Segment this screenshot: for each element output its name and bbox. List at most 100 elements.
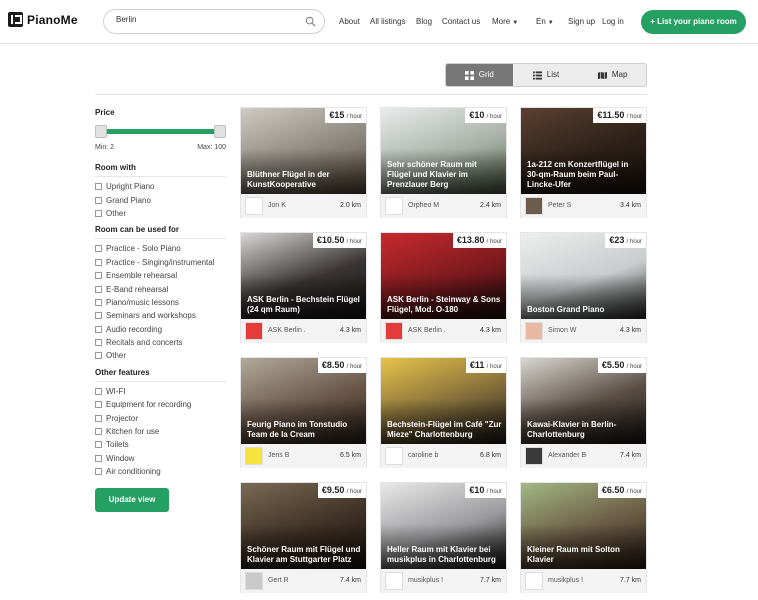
owner-avatar[interactable]	[245, 322, 263, 340]
feature-option[interactable]: Kitchen for use	[95, 425, 226, 438]
checkbox[interactable]	[95, 258, 102, 266]
listing-photo[interactable]: Boston Grand Piano €23 / hour	[521, 233, 646, 319]
listing-photo[interactable]: Schöner Raum mit Flügel und Klavier am S…	[241, 483, 366, 569]
checkbox[interactable]	[95, 325, 102, 333]
listing-card[interactable]: 1a-212 cm Konzertflügel in 30-qm-Raum be…	[520, 107, 647, 218]
owner-avatar[interactable]	[385, 197, 403, 215]
checkbox[interactable]	[95, 468, 102, 476]
listing-card[interactable]: Schöner Raum mit Flügel und Klavier am S…	[240, 482, 367, 593]
listing-title[interactable]: Kleiner Raum mit Solton Klavier	[527, 545, 642, 565]
logo[interactable]: PianoMe	[8, 12, 78, 27]
checkbox[interactable]	[95, 245, 102, 253]
owner-name[interactable]: ASK Berlin .	[408, 327, 446, 334]
owner-avatar[interactable]	[385, 447, 403, 465]
checkbox[interactable]	[95, 312, 102, 320]
used-for-option[interactable]: Practice - Singing/instrumental	[95, 256, 226, 269]
search-input[interactable]	[116, 15, 296, 24]
used-for-option[interactable]: Recitals and concerts	[95, 336, 226, 349]
room-with-option[interactable]: Other	[95, 207, 226, 220]
listing-card[interactable]: ASK Berlin - Bechstein Flügel (24 qm Rau…	[240, 232, 367, 343]
checkbox[interactable]	[95, 183, 102, 191]
checkbox[interactable]	[95, 454, 102, 462]
checkbox[interactable]	[95, 285, 102, 293]
owner-avatar[interactable]	[525, 197, 543, 215]
nav-contact[interactable]: Contact us	[442, 17, 480, 26]
owner-name[interactable]: musikplus !	[548, 577, 583, 584]
used-for-option[interactable]: Seminars and workshops	[95, 309, 226, 322]
owner-avatar[interactable]	[525, 572, 543, 590]
nav-login[interactable]: Log in	[602, 17, 624, 26]
owner-name[interactable]: Orpheo M	[408, 202, 439, 209]
listing-title[interactable]: ASK Berlin - Bechstein Flügel (24 qm Rau…	[247, 295, 362, 315]
owner-avatar[interactable]	[525, 447, 543, 465]
checkbox[interactable]	[95, 428, 102, 436]
listing-card[interactable]: Bechstein-Flügel im Café "Zur Mieze" Cha…	[380, 357, 507, 468]
room-with-option[interactable]: Upright Piano	[95, 180, 226, 193]
nav-all-listings[interactable]: All listings	[370, 17, 406, 26]
listing-title[interactable]: Heller Raum mit Klavier bei musikplus in…	[387, 545, 502, 565]
grid-view-button[interactable]: Grid	[446, 64, 513, 86]
listing-photo[interactable]: ASK Berlin - Steinway & Sons Flügel, Mod…	[381, 233, 506, 319]
listing-card[interactable]: Feurig Piano im Tonstudio Team de la Cre…	[240, 357, 367, 468]
checkbox[interactable]	[95, 387, 102, 395]
list-piano-room-button[interactable]: + List your piano room	[641, 10, 746, 34]
listing-title[interactable]: Schöner Raum mit Flügel und Klavier am S…	[247, 545, 362, 565]
checkbox[interactable]	[95, 272, 102, 280]
listing-title[interactable]: ASK Berlin - Steinway & Sons Flügel, Mod…	[387, 295, 502, 315]
owner-name[interactable]: caroline b	[408, 452, 438, 459]
price-max-handle[interactable]	[214, 125, 226, 138]
listing-title[interactable]: Kawai-Klavier in Berlin-Charlottenburg	[527, 420, 642, 440]
used-for-option[interactable]: Other	[95, 349, 226, 362]
listing-card[interactable]: Boston Grand Piano €23 / hour Simon W 4.3 k…	[520, 232, 647, 343]
checkbox[interactable]	[95, 196, 102, 204]
listing-photo[interactable]: Bechstein-Flügel im Café "Zur Mieze" Cha…	[381, 358, 506, 444]
feature-option[interactable]: WI-FI	[95, 385, 226, 398]
search-icon[interactable]	[305, 16, 316, 27]
checkbox[interactable]	[95, 339, 102, 347]
listing-card[interactable]: Blüthner Flügel in der KunstKooperative €…	[240, 107, 367, 218]
listing-photo[interactable]: Blüthner Flügel in der KunstKooperative €…	[241, 108, 366, 194]
listing-photo[interactable]: 1a-212 cm Konzertflügel in 30-qm-Raum be…	[521, 108, 646, 194]
search-box[interactable]	[103, 9, 325, 34]
checkbox[interactable]	[95, 401, 102, 409]
feature-option[interactable]: Window	[95, 452, 226, 465]
owner-name[interactable]: Simon W	[548, 327, 576, 334]
listing-photo[interactable]: Kawai-Klavier in Berlin-Charlottenburg €5…	[521, 358, 646, 444]
owner-name[interactable]: Jon K	[268, 202, 286, 209]
listing-title[interactable]: 1a-212 cm Konzertflügel in 30-qm-Raum be…	[527, 160, 642, 190]
owner-avatar[interactable]	[245, 197, 263, 215]
listing-title[interactable]: Blüthner Flügel in der KunstKooperative	[247, 170, 362, 190]
list-view-button[interactable]: List	[513, 64, 580, 86]
owner-name[interactable]: Peter S	[548, 202, 571, 209]
listing-photo[interactable]: ASK Berlin - Bechstein Flügel (24 qm Rau…	[241, 233, 366, 319]
owner-name[interactable]: Gert R	[268, 577, 289, 584]
listing-card[interactable]: Sehr schöner Raum mit Flügel und Klavier…	[380, 107, 507, 218]
used-for-option[interactable]: E-Band rehearsal	[95, 282, 226, 295]
listing-photo[interactable]: Sehr schöner Raum mit Flügel und Klavier…	[381, 108, 506, 194]
owner-avatar[interactable]	[245, 572, 263, 590]
listing-photo[interactable]: Heller Raum mit Klavier bei musikplus in…	[381, 483, 506, 569]
nav-more[interactable]: More ▼	[492, 17, 518, 26]
listing-photo[interactable]: Kleiner Raum mit Solton Klavier €6.50 / h…	[521, 483, 646, 569]
owner-name[interactable]: Alexander B	[548, 452, 586, 459]
owner-name[interactable]: musikplus !	[408, 577, 443, 584]
update-view-button[interactable]: Update view	[95, 488, 169, 513]
price-slider[interactable]	[95, 125, 226, 139]
checkbox[interactable]	[95, 298, 102, 306]
listing-card[interactable]: Kawai-Klavier in Berlin-Charlottenburg €5…	[520, 357, 647, 468]
owner-avatar[interactable]	[245, 447, 263, 465]
nav-about[interactable]: About	[339, 17, 360, 26]
feature-option[interactable]: Equipment for recording	[95, 398, 226, 411]
listing-card[interactable]: Heller Raum mit Klavier bei musikplus in…	[380, 482, 507, 593]
checkbox[interactable]	[95, 209, 102, 217]
owner-avatar[interactable]	[385, 322, 403, 340]
listing-title[interactable]: Bechstein-Flügel im Café "Zur Mieze" Cha…	[387, 420, 502, 440]
feature-option[interactable]: Toilets	[95, 438, 226, 451]
language-select[interactable]: En ▼	[536, 17, 554, 26]
listing-title[interactable]: Boston Grand Piano	[527, 305, 642, 315]
nav-blog[interactable]: Blog	[416, 17, 432, 26]
listing-title[interactable]: Feurig Piano im Tonstudio Team de la Cre…	[247, 420, 362, 440]
listing-title[interactable]: Sehr schöner Raum mit Flügel und Klavier…	[387, 160, 502, 190]
owner-avatar[interactable]	[385, 572, 403, 590]
price-min-handle[interactable]	[95, 125, 107, 138]
